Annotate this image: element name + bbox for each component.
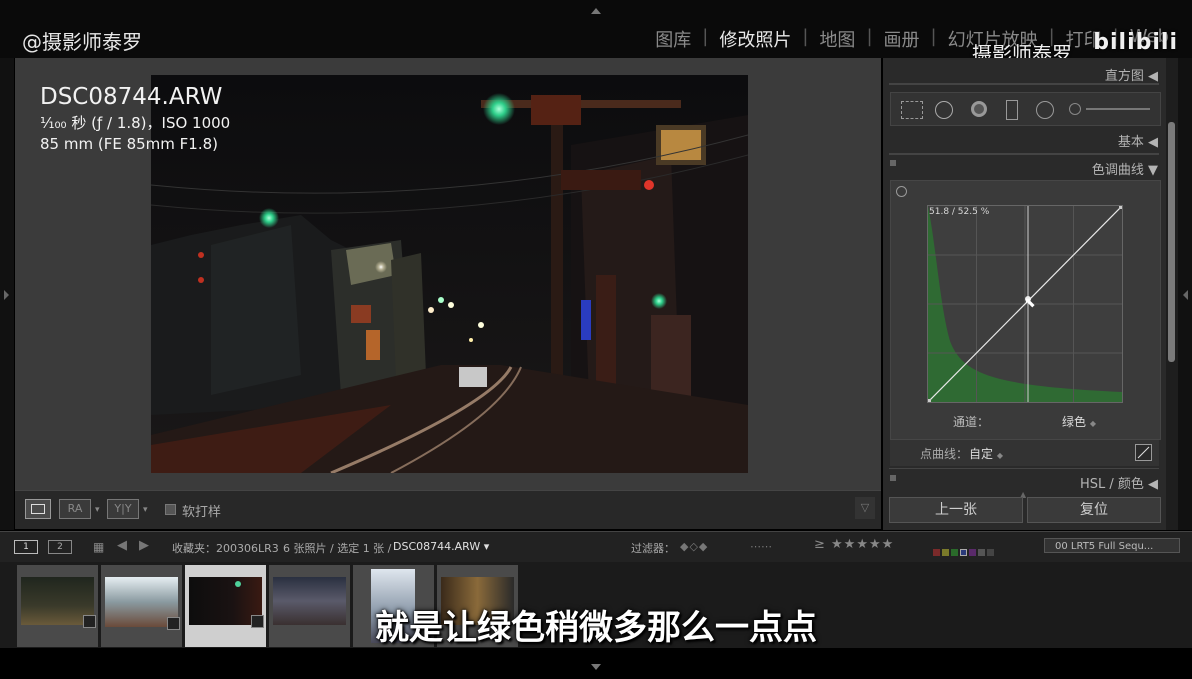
secondary-window-button[interactable]: 2 bbox=[48, 540, 72, 554]
rating-filter-stars[interactable]: ≥ ★★★★★ bbox=[814, 537, 894, 552]
develop-photo[interactable] bbox=[151, 75, 748, 473]
dropdown-arrow-icon[interactable]: ▾ bbox=[95, 505, 100, 515]
point-curve-value: 自定 bbox=[969, 447, 994, 461]
basic-label: 基本 bbox=[1117, 135, 1144, 150]
tone-curve-toggle[interactable] bbox=[890, 160, 896, 166]
expand-left-arrow-icon[interactable] bbox=[4, 290, 9, 300]
soft-proof-checkbox[interactable] bbox=[165, 504, 176, 515]
channel-label: 通道： bbox=[953, 415, 990, 429]
photo-count: 6 张照片 / 选定 1 张 / bbox=[283, 542, 392, 555]
panel-divider bbox=[889, 83, 1159, 85]
filter-label: 过滤器： bbox=[631, 542, 675, 555]
hsl-toggle[interactable] bbox=[890, 475, 896, 481]
tone-curve-header[interactable]: 色调曲线 ▼ bbox=[1092, 159, 1158, 178]
module-develop[interactable]: 修改照片 bbox=[708, 26, 802, 52]
soft-proof-label: 软打样 bbox=[182, 505, 222, 520]
before-after-button[interactable]: RA bbox=[59, 499, 91, 519]
basic-header[interactable]: 基本 ◀ bbox=[1118, 131, 1158, 150]
info-exposure: ¹⁄₁₀₀ 秒 (ƒ / 1.8)，ISO 1000 bbox=[40, 114, 231, 132]
histogram-label: 直方图 bbox=[1104, 69, 1144, 84]
filter-preset-select[interactable]: 00 LRT5 Full Sequ... bbox=[1044, 538, 1180, 553]
crop-tool-icon[interactable] bbox=[901, 101, 923, 119]
point-curve-label: 点曲线： bbox=[920, 447, 969, 461]
mouse-cursor-icon: ⬉ bbox=[1024, 295, 1036, 311]
collapse-right-arrow-icon[interactable] bbox=[1183, 290, 1188, 300]
toolbar: RA ▾ Y|Y ▾ 软打样 ▽ bbox=[15, 490, 881, 529]
graduated-filter-icon[interactable] bbox=[1006, 100, 1018, 120]
toolbar-menu-chevron-icon[interactable]: ▽ bbox=[855, 497, 875, 519]
radial-filter-icon[interactable] bbox=[1036, 101, 1054, 119]
video-subtitle: 就是让绿色稍微多那么一点点 bbox=[375, 608, 817, 648]
flag-filter-icon[interactable]: ◆◇◆ bbox=[680, 540, 708, 553]
info-lens: 85 mm (FE 85mm F1.8) bbox=[40, 135, 218, 153]
tool-strip bbox=[890, 92, 1161, 126]
scrollbar-thumb[interactable] bbox=[1168, 122, 1175, 362]
reset-button[interactable]: 复位 bbox=[1027, 497, 1161, 523]
brush-slider[interactable] bbox=[1086, 108, 1150, 110]
bilibili-logo: bilibili bbox=[1093, 30, 1178, 55]
before-after-split-button[interactable]: Y|Y bbox=[107, 499, 139, 519]
targeted-adjustment-icon[interactable] bbox=[896, 186, 907, 197]
collection-label: 收藏夹：200306LR3 bbox=[172, 542, 279, 555]
channel-value: 绿色 bbox=[1062, 415, 1087, 429]
info-filename: DSC08744.ARW bbox=[40, 84, 223, 110]
module-map[interactable]: 地图 bbox=[808, 26, 866, 52]
selected-file-label: DSC08744.ARW bbox=[393, 540, 481, 553]
grid-view-icon[interactable]: ▦ bbox=[93, 540, 104, 554]
hsl-header[interactable]: HSL / 颜色 ◀ bbox=[1080, 473, 1158, 492]
red-eye-icon[interactable] bbox=[971, 101, 987, 117]
dropdown-arrow-icon[interactable]: ▾ bbox=[143, 505, 148, 515]
brush-icon[interactable] bbox=[1069, 103, 1081, 115]
previous-settings-button[interactable]: 上一张 bbox=[889, 497, 1023, 523]
selected-filename[interactable]: DSC08744.ARW ▾ bbox=[393, 540, 489, 553]
spot-removal-icon[interactable] bbox=[935, 101, 953, 119]
panel-divider bbox=[889, 153, 1159, 155]
histogram-header[interactable]: 直方图 ◀ bbox=[1105, 65, 1158, 84]
point-curve-select[interactable]: 自定 ◆ bbox=[969, 445, 1003, 462]
identity-plate: @摄影师泰罗 bbox=[22, 30, 142, 54]
module-book[interactable]: 画册 bbox=[873, 26, 931, 52]
forward-arrow-icon[interactable]: ▶ bbox=[139, 538, 149, 553]
tone-curve-label: 色调曲线 bbox=[1091, 163, 1144, 178]
info-overlay: DSC08744.ARW ¹⁄₁₀₀ 秒 (ƒ / 1.8)，ISO 1000 … bbox=[40, 84, 230, 153]
color-label-filter[interactable] bbox=[933, 541, 994, 560]
panel-divider bbox=[889, 468, 1159, 469]
collapse-top-arrow-icon[interactable] bbox=[591, 8, 601, 14]
filter-preset-value: 00 LRT5 Full Sequ... bbox=[1055, 541, 1154, 552]
hsl-label: HSL / 颜色 bbox=[1079, 477, 1144, 492]
back-arrow-icon[interactable]: ◀ bbox=[117, 538, 127, 553]
point-curve-row: 点曲线： 自定 ◆ bbox=[890, 440, 1159, 466]
channel-select[interactable]: 绿色 ◆ bbox=[1062, 413, 1096, 430]
collapse-bottom-arrow-icon[interactable] bbox=[591, 664, 601, 670]
curve-readout: 51.8 / 52.5 % bbox=[929, 207, 990, 217]
edit-filter-icon[interactable]: ⋯⋯ bbox=[750, 540, 772, 553]
loupe-view-button[interactable] bbox=[25, 499, 51, 519]
point-curve-edit-icon[interactable] bbox=[1135, 444, 1152, 461]
primary-window-button[interactable]: 1 bbox=[14, 540, 38, 554]
module-library[interactable]: 图库 bbox=[644, 26, 702, 52]
